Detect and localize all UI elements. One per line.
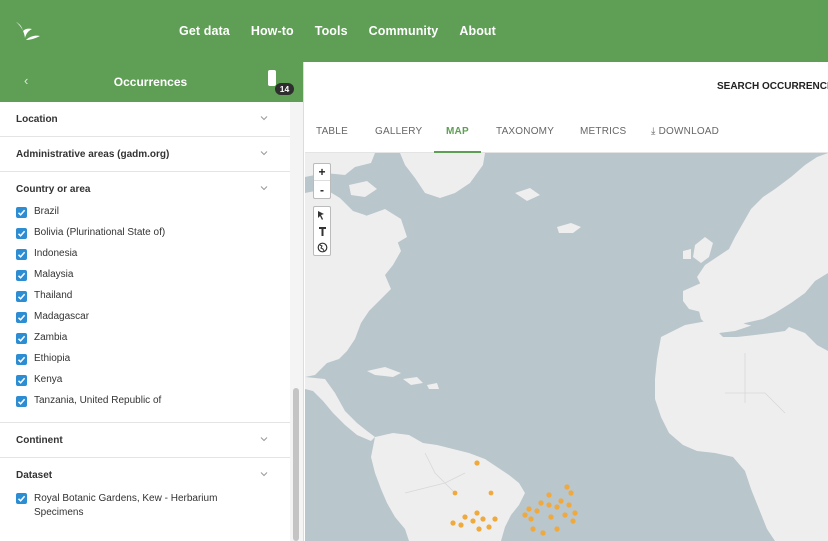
checkbox-item[interactable]: Bolivia (Plurinational State of) xyxy=(16,227,290,248)
checkbox-label: Madagascar xyxy=(34,311,90,322)
zoom-controls: + - xyxy=(313,163,331,199)
section-label: Administrative areas (gadm.org) xyxy=(16,148,170,160)
scrollbar-thumb[interactable] xyxy=(293,388,299,541)
tab-taxonomy[interactable]: TAXONOMY xyxy=(496,126,554,137)
checkbox-checked-icon[interactable] xyxy=(16,312,27,323)
checkbox-checked-icon[interactable] xyxy=(16,396,27,407)
tab-download-label: DOWNLOAD xyxy=(658,126,720,137)
main-content: SEARCH OCCURRENCE TABLE GALLERY MAP TAXO… xyxy=(305,62,828,541)
globe-icon[interactable] xyxy=(314,239,330,255)
section-label: Continent xyxy=(16,434,63,446)
checkbox-label: Brazil xyxy=(34,206,60,217)
section-label: Country or area xyxy=(16,183,91,195)
checkbox-checked-icon[interactable] xyxy=(16,249,27,260)
nav-about[interactable]: About xyxy=(459,24,496,38)
checkbox-checked-icon[interactable] xyxy=(16,375,27,386)
sidebar-title: Occurrences xyxy=(113,75,188,89)
section-admin-areas[interactable]: Administrative areas (gadm.org) xyxy=(0,137,290,172)
section-continent[interactable]: Continent xyxy=(0,423,290,458)
checkbox-checked-icon[interactable] xyxy=(16,354,27,365)
checkbox-label: Royal Botanic Gardens, Kew - Herbarium S… xyxy=(34,493,218,518)
checkbox-label: Bolivia (Plurinational State of) xyxy=(34,227,166,238)
pin-icon[interactable] xyxy=(314,223,330,239)
checkbox-label: Tanzania, United Republic of xyxy=(34,395,162,406)
checkbox-checked-icon[interactable] xyxy=(16,270,27,281)
nav-tools[interactable]: Tools xyxy=(315,24,348,38)
checkbox-checked-icon[interactable] xyxy=(16,493,27,504)
zoom-out-button[interactable]: - xyxy=(314,181,330,198)
chevron-down-icon xyxy=(260,186,268,191)
top-navigation-bar: Get data How-to Tools Community About xyxy=(0,0,828,62)
view-tabs: TABLE GALLERY MAP TAXONOMY METRICS ⤓ DOW… xyxy=(305,110,828,153)
checkbox-checked-icon[interactable] xyxy=(16,291,27,302)
filter-list: Location Administrative areas (gadm.org)… xyxy=(0,102,290,541)
download-icon: ⤓ xyxy=(651,126,656,137)
checkbox-label: Kenya xyxy=(34,374,63,385)
checkbox-item[interactable]: Royal Botanic Gardens, Kew - Herbarium S… xyxy=(16,492,290,520)
dataset-checkbox-list: Royal Botanic Gardens, Kew - Herbarium S… xyxy=(0,492,290,526)
checkbox-item[interactable]: Thailand xyxy=(16,290,290,311)
search-occurrences-button[interactable]: SEARCH OCCURRENCE xyxy=(717,81,828,92)
map-tools xyxy=(313,206,331,256)
tab-metrics[interactable]: METRICS xyxy=(580,126,626,137)
search-bar: SEARCH OCCURRENCE xyxy=(305,62,828,110)
section-dataset: Dataset Royal Botanic Gardens, Kew - Her… xyxy=(0,458,290,526)
section-country: Country or area Brazil Bolivia (Plurinati… xyxy=(0,172,290,423)
checkbox-label: Ethiopia xyxy=(34,353,71,364)
chevron-down-icon xyxy=(260,472,268,477)
checkbox-label: Malaysia xyxy=(34,269,74,280)
tab-download[interactable]: ⤓ DOWNLOAD xyxy=(651,126,719,137)
gbif-logo-icon[interactable] xyxy=(12,18,42,46)
sidebar-header: ‹ Occurrences 14 xyxy=(0,62,303,102)
checkbox-item[interactable]: Malaysia xyxy=(16,269,290,290)
chevron-down-icon xyxy=(260,437,268,442)
checkbox-checked-icon[interactable] xyxy=(16,333,27,344)
checkbox-item[interactable]: Kenya xyxy=(16,374,290,395)
section-label: Location xyxy=(16,113,58,125)
checkbox-checked-icon[interactable] xyxy=(16,207,27,218)
tab-map[interactable]: MAP xyxy=(446,126,469,137)
checkbox-item[interactable]: Tanzania, United Republic of xyxy=(16,395,290,416)
nav-how-to[interactable]: How-to xyxy=(251,24,294,38)
country-checkbox-list: Brazil Bolivia (Plurinational State of) In… xyxy=(0,206,290,422)
main-nav: Get data How-to Tools Community About xyxy=(179,0,517,62)
checkbox-item[interactable]: Indonesia xyxy=(16,248,290,269)
filter-sidebar: ‹ Occurrences 14 Location Administrative… xyxy=(0,62,304,541)
checkbox-label: Zambia xyxy=(34,332,68,343)
section-label: Dataset xyxy=(16,469,53,481)
checkbox-checked-icon[interactable] xyxy=(16,228,27,239)
checkbox-label: Indonesia xyxy=(34,248,78,259)
checkbox-item[interactable]: Zambia xyxy=(16,332,290,353)
tab-gallery[interactable]: GALLERY xyxy=(375,126,422,137)
chevron-down-icon xyxy=(260,116,268,121)
checkbox-item[interactable]: Brazil xyxy=(16,206,290,227)
checkbox-item[interactable]: Madagascar xyxy=(16,311,290,332)
select-icon[interactable] xyxy=(314,207,330,223)
tab-table[interactable]: TABLE xyxy=(316,126,348,137)
checkbox-item[interactable]: Ethiopia xyxy=(16,353,290,374)
nav-get-data[interactable]: Get data xyxy=(179,24,230,38)
occurrence-map[interactable]: + - xyxy=(305,153,828,541)
zoom-in-button[interactable]: + xyxy=(314,164,330,181)
chevron-down-icon xyxy=(260,151,268,156)
back-chevron-icon[interactable]: ‹ xyxy=(24,73,28,88)
nav-community[interactable]: Community xyxy=(369,24,439,38)
section-location[interactable]: Location xyxy=(0,102,290,137)
filter-count-badge: 14 xyxy=(275,83,294,95)
map-land xyxy=(305,153,828,541)
checkbox-label: Thailand xyxy=(34,290,73,301)
